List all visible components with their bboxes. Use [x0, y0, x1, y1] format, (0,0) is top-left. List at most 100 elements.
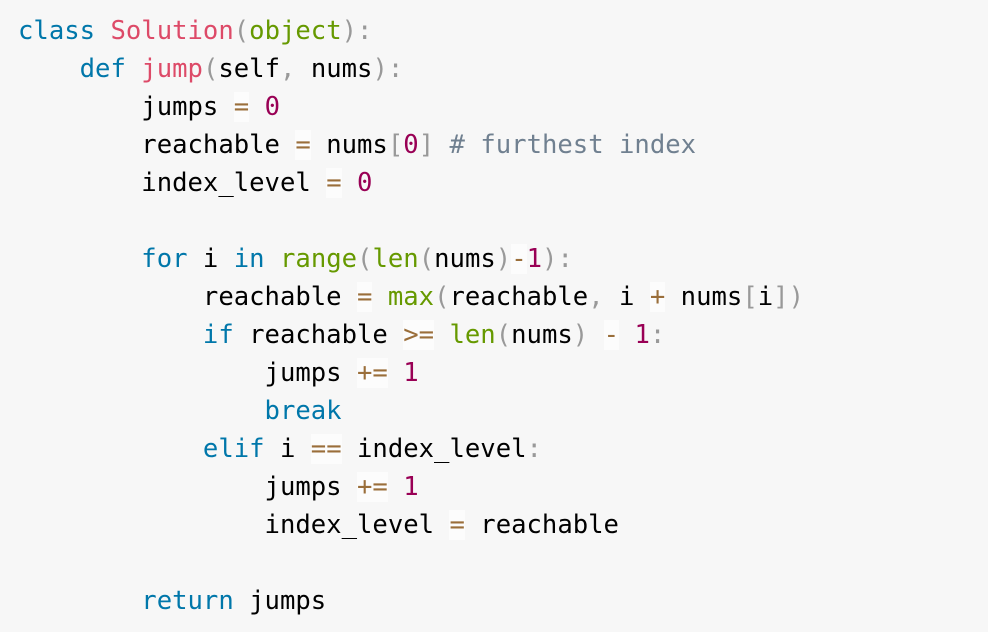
token-number: 1	[403, 472, 419, 502]
token-punctuation: (	[357, 244, 373, 274]
token-keyword: if	[202, 320, 234, 350]
code-line: elif i == index_level:	[18, 430, 988, 468]
token-keyword: class	[18, 16, 96, 46]
token-punctuation: )	[372, 54, 388, 84]
token-punctuation: [	[742, 282, 758, 312]
token-punctuation: ]	[418, 130, 435, 160]
token-keyword: def	[79, 54, 126, 84]
token-punctuation: (	[418, 244, 435, 274]
token-operator: =	[295, 130, 311, 160]
token-keyword: elif	[202, 434, 265, 464]
token-plain: i	[603, 282, 650, 312]
token-number: 1	[526, 244, 543, 274]
token-plain: jumps	[141, 92, 234, 122]
token-comment: # furthest index	[449, 130, 697, 160]
token-keyword: return	[141, 586, 234, 616]
token-punctuation: :	[557, 244, 573, 274]
token-plain: jumps	[264, 358, 357, 388]
token-punctuation: (	[495, 320, 512, 350]
token-plain: index_level	[341, 434, 527, 464]
token-number: 0	[357, 168, 373, 198]
code-line: index_level = 0	[18, 164, 988, 202]
code-block: class Solution(object): def jump(self, n…	[0, 0, 988, 620]
token-plain: i	[264, 434, 311, 464]
token-punctuation: :	[387, 54, 404, 84]
token-keyword: break	[264, 396, 342, 426]
code-line: reachable = nums[0] # furthest index	[18, 126, 988, 164]
code-line: for i in range(len(nums)-1):	[18, 240, 988, 278]
token-operator: +=	[357, 472, 388, 502]
code-line: return jumps	[18, 582, 988, 620]
token-number: 0	[403, 130, 419, 160]
token-plain: i	[757, 282, 774, 312]
token-plain: reachable	[141, 130, 296, 160]
token-punctuation: ,	[280, 54, 296, 84]
token-operator: +=	[357, 358, 388, 388]
token-plain: i	[187, 244, 234, 274]
token-plain: nums	[665, 282, 743, 312]
token-class-name: Solution	[110, 16, 234, 46]
token-plain: index_level	[264, 510, 450, 540]
token-plain: self	[218, 54, 280, 84]
code-line: jumps += 1	[18, 354, 988, 392]
token-number: 1	[403, 358, 419, 388]
token-punctuation: (	[202, 54, 219, 84]
token-punctuation: )	[788, 282, 804, 312]
token-plain: reachable	[449, 282, 589, 312]
token-plain: jumps	[233, 586, 327, 616]
token-builtin: range	[280, 244, 358, 274]
code-line: break	[18, 392, 988, 430]
token-punctuation: )	[542, 244, 558, 274]
token-operator: =	[449, 510, 465, 540]
code-line: if reachable >= len(nums) - 1:	[18, 316, 988, 354]
token-punctuation: :	[649, 320, 666, 350]
token-number: 0	[264, 92, 280, 122]
token-operator: -	[603, 320, 620, 350]
token-punctuation: (	[434, 282, 450, 312]
token-punctuation: ]	[773, 282, 789, 312]
token-operator: -	[511, 244, 527, 274]
token-keyword: for	[141, 244, 188, 274]
token-operator: ==	[310, 434, 342, 464]
token-punctuation: (	[233, 16, 250, 46]
token-punctuation: )	[572, 320, 589, 350]
token-punctuation: :	[357, 16, 373, 46]
token-punctuation: [	[387, 130, 404, 160]
token-number: 1	[634, 320, 650, 350]
token-plain: index_level	[141, 168, 327, 198]
code-line: reachable = max(reachable, i + nums[i])	[18, 278, 988, 316]
token-plain: nums	[511, 320, 573, 350]
token-builtin: len	[372, 244, 419, 274]
token-operator: >=	[403, 320, 435, 350]
code-line: def jump(self, nums):	[18, 50, 988, 88]
token-function: jump	[141, 54, 203, 84]
code-line: class Solution(object):	[18, 12, 988, 50]
token-plain: reachable	[202, 282, 357, 312]
token-punctuation: :	[526, 434, 542, 464]
